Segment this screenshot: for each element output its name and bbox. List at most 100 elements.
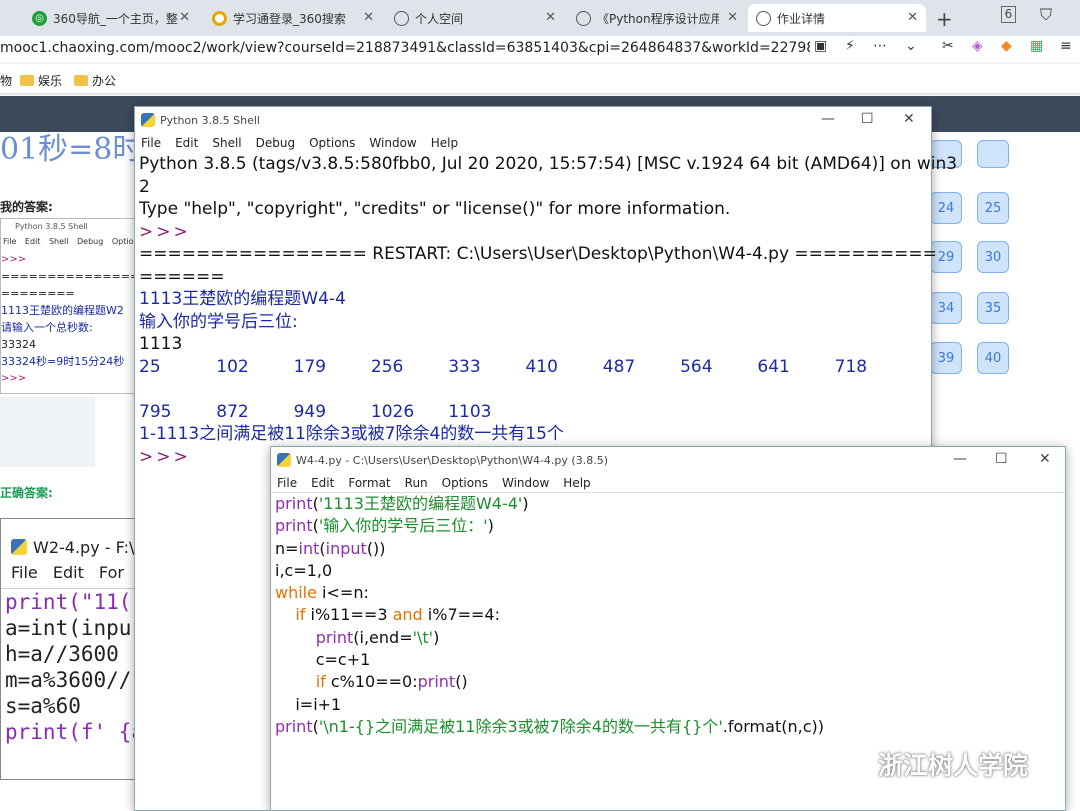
shirt-icon[interactable]: ⛉	[1040, 5, 1052, 25]
question-number-button[interactable]: 24	[930, 192, 962, 224]
menu-options[interactable]: Options	[442, 476, 488, 490]
browser-tab-bar: ◎ 360导航_一个主页，整 ✕ 学习通登录_360搜索 ✕ 个人空间 ✕ 《P…	[0, 0, 1080, 36]
output-number: 641	[757, 356, 790, 377]
tab-label: 《Python程序设计应用》	[597, 11, 719, 26]
shell-prompt: >>>	[139, 221, 191, 242]
close-icon[interactable]: ✕	[179, 10, 190, 25]
tab-homework-detail[interactable]: 作业详情 ✕	[748, 4, 926, 32]
maximize-icon[interactable]: ☐	[995, 451, 1008, 467]
shell-banner: 2	[139, 176, 150, 197]
code-line: print(i,end='\t')	[315, 627, 440, 647]
close-icon[interactable]: ✕	[727, 10, 738, 25]
tab-label: 作业详情	[777, 11, 826, 26]
menu-file[interactable]: File	[141, 136, 161, 150]
360-search-icon	[212, 10, 227, 26]
mini-line: 请输入一个总秒数:	[1, 321, 93, 334]
code-line: n=int(input())	[275, 538, 386, 558]
menu-file[interactable]: File	[277, 476, 297, 490]
screenshot-icon[interactable]: ▣	[814, 38, 827, 54]
tab-python-course[interactable]: 《Python程序设计应用》 ✕	[568, 4, 746, 32]
menu-shell[interactable]: Shell	[212, 136, 241, 150]
menu-format[interactable]: Format	[348, 476, 390, 490]
menu-edit[interactable]: Edit	[175, 136, 198, 150]
mini-code-line: a=int(inpu	[5, 616, 132, 640]
bookmarks-bar: 物 娱乐 办公	[0, 64, 1080, 94]
bookmark-item[interactable]: 物	[0, 72, 12, 89]
menu-window[interactable]: Window	[369, 136, 416, 150]
output-number: 795	[139, 401, 172, 422]
shell-titlebar[interactable]: Python 3.8.5 Shell — ☐ ✕	[135, 107, 931, 133]
code-area[interactable]: print('1113王楚欧的编程题W4-4') print('输入你的学号后三位…	[271, 493, 1065, 738]
question-number-grid: 24 25 29 30 34 35 39 40	[930, 140, 1010, 380]
output-title: 1113王楚欧的编程题W4-4	[139, 289, 346, 309]
menu-window[interactable]: Window	[502, 476, 549, 490]
tab-label: 个人空间	[415, 11, 464, 26]
scissors-icon[interactable]: ✂	[942, 38, 954, 54]
output-number: 256	[370, 356, 404, 377]
code-line: if c%10==0:print()	[315, 672, 468, 692]
shell-title: Python 3.8.5 Shell	[160, 113, 260, 127]
close-icon[interactable]: ✕	[907, 10, 918, 25]
question-number-button[interactable]: 34	[930, 292, 962, 324]
answer-screenshot-shell: Python 3.8.5 Shell File Edit Shell Debug…	[0, 218, 140, 394]
minimize-icon[interactable]: —	[821, 111, 835, 127]
question-number-button[interactable]: 25	[977, 192, 1009, 224]
editor-titlebar[interactable]: W4-4.py - C:\Users\User\Desktop\Python\W…	[271, 447, 1065, 473]
question-number-button[interactable]: 40	[977, 342, 1009, 374]
shell-output[interactable]: Python 3.8.5 (tags/v3.8.5:580fbb0, Jul 2…	[135, 153, 958, 468]
output-prompt: 输入你的学号后三位:	[139, 311, 298, 332]
correct-answer-label: 正确答案:	[0, 486, 53, 500]
output-number: 1026	[370, 401, 415, 422]
bookmark-folder-office[interactable]: 办公	[74, 72, 116, 89]
question-number-button[interactable]: 39	[930, 342, 962, 374]
close-icon[interactable]: ✕	[903, 111, 915, 127]
url-text[interactable]: mooc1.chaoxing.com/mooc2/work/view?cours…	[0, 40, 810, 56]
output-number: 410	[525, 356, 558, 377]
globe-icon	[756, 10, 771, 26]
menu-help[interactable]: Help	[431, 136, 458, 150]
menu-help[interactable]: Help	[563, 476, 590, 490]
more-icon[interactable]: ⋯	[873, 38, 887, 54]
bookmark-label: 办公	[92, 74, 117, 88]
close-icon[interactable]: ✕	[1039, 451, 1051, 467]
translate-icon[interactable]: ◈	[972, 38, 983, 54]
folder-icon	[20, 75, 34, 86]
code-line: print('\n1-{}之间满足被11除余3或被7除余4的数一共有{}个'.f…	[275, 716, 824, 736]
bookmark-folder-entertainment[interactable]: 娱乐	[20, 72, 62, 89]
minimize-icon[interactable]: —	[953, 451, 967, 467]
shell-banner: Python 3.8.5 (tags/v3.8.5:580fbb0, Jul 2…	[139, 154, 958, 174]
tab-label: 360导航_一个主页，整	[53, 11, 178, 26]
lightning-icon[interactable]: ⚡	[845, 38, 855, 54]
menu-debug[interactable]: Debug	[256, 136, 295, 150]
address-bar[interactable]: mooc1.chaoxing.com/mooc2/work/view?cours…	[0, 36, 1080, 62]
menu-options[interactable]: Options	[309, 136, 355, 150]
mini-shell-title: Python 3.8.5 Shell	[15, 222, 88, 231]
notes-icon[interactable]: ▦	[1030, 38, 1043, 54]
tab-360-nav[interactable]: ◎ 360导航_一个主页，整 ✕	[0, 4, 198, 32]
menu-run[interactable]: Run	[405, 476, 428, 490]
mini-code-line: s=a%60	[5, 694, 81, 718]
mini-line: >>>	[1, 373, 27, 384]
menu-icon[interactable]: ≡	[1060, 38, 1072, 54]
tab-360-search[interactable]: 学习通登录_360搜索 ✕	[204, 4, 382, 32]
360-nav-icon: ◎	[32, 10, 47, 26]
folder-icon	[74, 75, 88, 86]
mini-code-line: h=a//3600	[5, 642, 119, 666]
close-icon[interactable]: ✕	[363, 10, 374, 25]
close-icon[interactable]: ✕	[545, 10, 556, 25]
chevron-down-icon[interactable]: ⌄	[905, 38, 917, 54]
question-number-button[interactable]: 35	[977, 292, 1009, 324]
question-number-button[interactable]: 30	[977, 241, 1009, 273]
game-icon[interactable]: ◆	[1001, 38, 1012, 54]
tab-personal-space[interactable]: 个人空间 ✕	[386, 4, 564, 32]
question-number-button[interactable]	[977, 140, 1009, 168]
new-tab-button[interactable]: +	[936, 7, 953, 31]
tab-count-badge[interactable]: 6	[1001, 6, 1016, 23]
maximize-icon[interactable]: ☐	[861, 111, 874, 127]
mini-line: 33324	[1, 338, 36, 351]
restart-line: ================ RESTART: C:\Users\User\…	[139, 244, 937, 264]
watermark-text: 浙江树人学院	[878, 751, 1029, 780]
bookmark-label: 娱乐	[38, 74, 63, 88]
menu-edit[interactable]: Edit	[311, 476, 334, 490]
mini-editor-title: W2-4.py - F:\	[33, 537, 135, 557]
